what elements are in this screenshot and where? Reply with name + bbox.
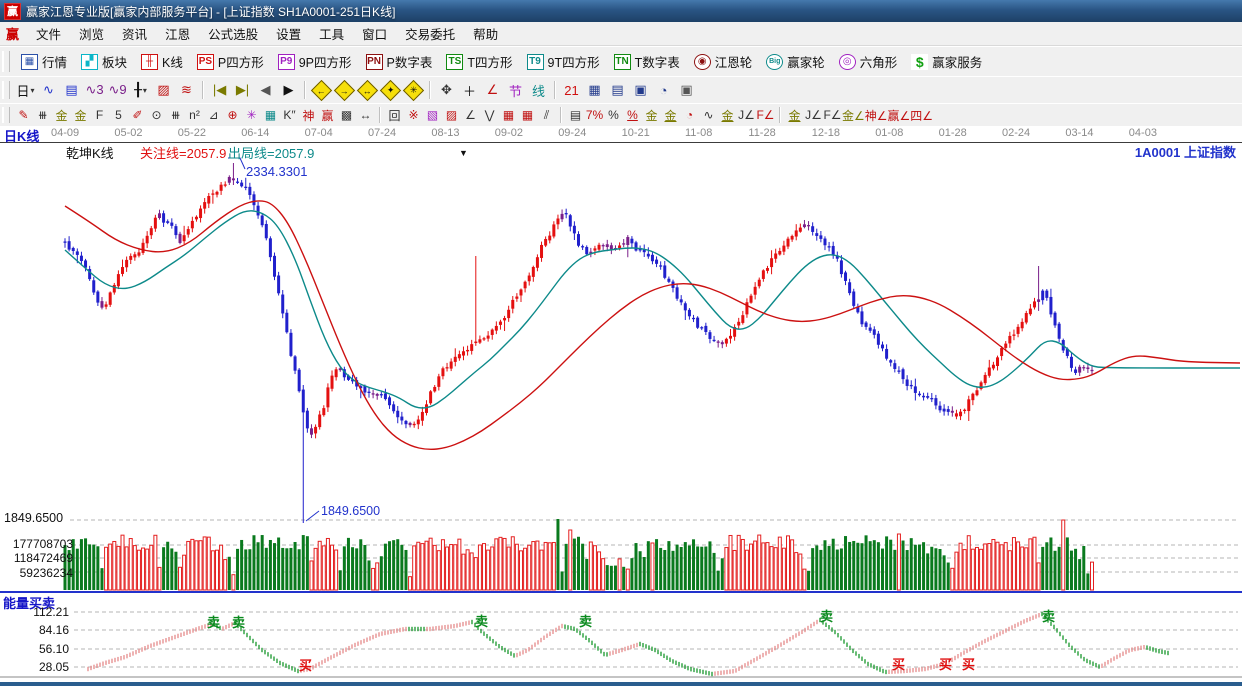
- bottom-edge-strip: [0, 682, 1242, 686]
- low-price-axis-label: 1849.6500: [4, 511, 64, 525]
- energy-axis-tick-1: 112.21: [33, 605, 69, 619]
- energy-axis-tick-2: 84.16: [38, 623, 69, 637]
- energy-axis-tick-3: 56.10: [38, 642, 69, 656]
- buy-signal-label: 买: [962, 657, 976, 672]
- buy-signal-label: 买: [299, 658, 313, 673]
- volume-axis-tick-2: 118472469: [13, 551, 73, 565]
- cursor-marker-icon: ▼: [459, 148, 468, 158]
- energy-axis-tick-4: 28.05: [38, 660, 69, 674]
- high-price-annotation: 2334.3301: [246, 164, 308, 179]
- sell-signal-label: 卖: [579, 614, 593, 629]
- buy-signal-label: 买: [939, 657, 953, 672]
- sell-signal-label: 卖: [1042, 609, 1056, 624]
- sell-signal-label: 卖: [207, 615, 221, 630]
- chart-canvas[interactable]: [0, 0, 1242, 686]
- qiankun-kline-label: 乾坤K线: [66, 146, 114, 161]
- exit-line-label: 出局线=2057.9: [228, 146, 315, 161]
- symbol-label: 1A0001 上证指数: [1134, 145, 1236, 160]
- buy-signal-label: 买: [892, 657, 906, 672]
- volume-axis-tick-1: 177708703: [12, 537, 73, 551]
- sell-signal-label: 卖: [475, 614, 489, 629]
- volume-axis-tick-3: 59236234: [19, 566, 73, 580]
- sell-signal-label: 卖: [820, 609, 834, 624]
- pane-label-kline: 日K线: [4, 129, 40, 144]
- sell-signal-label: 卖: [232, 615, 246, 630]
- app-window: 赢 赢家江恩专业版[赢家内部服务平台] - [上证指数 SH1A0001-251…: [0, 0, 1242, 686]
- kline-chart-area[interactable]: 日K线 乾坤K线 关注线=2057.9 出局线=2057.9 2334.3301…: [0, 0, 1242, 686]
- low-price-annotation: 1849.6500: [321, 504, 381, 518]
- attention-line-label: 关注线=2057.9: [140, 146, 227, 161]
